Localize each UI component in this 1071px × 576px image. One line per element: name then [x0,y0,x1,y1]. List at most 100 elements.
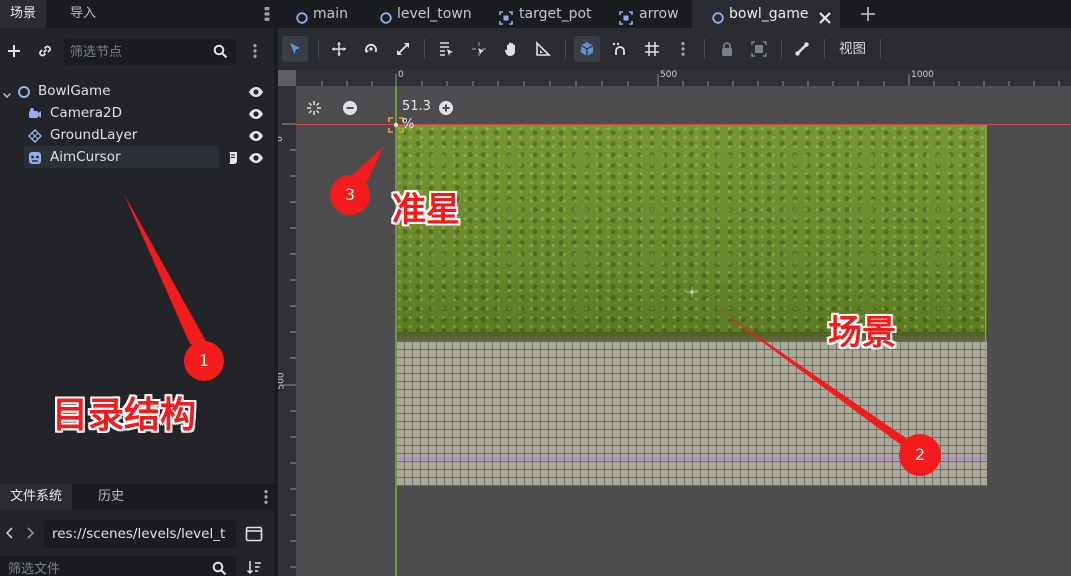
filter-nodes-field[interactable] [64,39,236,65]
tab-label: main [313,6,348,22]
canvas-editor-toolbar: 视图 [278,28,1071,70]
toolbar-separator [565,39,566,59]
tree-item-label: AimCursor [50,149,121,165]
list-select-icon[interactable] [433,36,459,62]
search-icon [213,44,228,63]
scene-tree-menu-icon[interactable] [244,40,266,62]
snap-options-icon[interactable] [606,36,632,62]
ruler-ticks [282,123,296,568]
tab-label: arrow [639,6,679,22]
add-tab-icon[interactable] [860,6,876,26]
visibility-eye-icon[interactable] [248,128,264,142]
tree-item-camera2d[interactable]: Camera2D [0,102,274,124]
tree-item-aimcursor[interactable]: AimCursor [0,146,274,168]
scene-node-icon [711,7,725,24]
ruler-label: 500 [278,372,287,390]
annotation-number-3: 3 [344,185,356,204]
zoom-level-label[interactable]: 51.3 % [402,98,431,134]
tab-level-town[interactable]: level_town [358,0,480,28]
horizontal-ruler: 0 500 1000 [296,70,1071,86]
smart-snap-icon[interactable] [574,36,600,62]
pan-mode-icon[interactable] [498,36,524,62]
tab-label: bowl_game [729,6,809,22]
back-arrow-icon[interactable] [5,526,15,544]
split-view-icon[interactable] [245,525,263,547]
tab-label: level_town [397,6,472,22]
toolbar-separator [781,39,782,59]
toolbar-separator [318,39,319,59]
tab-label: target_pot [519,6,592,22]
scene-tree-toolbar [0,36,274,68]
tree-item-label: BowlGame [38,83,111,99]
snap-menu-icon[interactable] [670,36,696,62]
zoom-in-icon[interactable] [438,100,454,120]
center-view-icon[interactable] [306,100,322,120]
tree-item-bowlgame[interactable]: BowlGame [0,80,274,102]
instance-scene-link-icon[interactable] [34,40,56,62]
annotation-number-2: 2 [914,445,926,464]
toolbar-separator [880,39,881,59]
toolbar-separator [824,39,825,59]
tree-item-label: Camera2D [50,105,122,121]
add-node-icon[interactable] [3,40,25,62]
annotation-number-1: 1 [198,351,210,370]
scene-node-icon [295,7,309,24]
tree-item-label: GroundLayer [50,127,138,143]
filter-nodes-input[interactable] [70,42,206,62]
tab-target-pot[interactable]: target_pot [480,0,600,28]
tab-history[interactable]: 历史 [88,484,134,510]
select-mode-icon[interactable] [282,36,308,62]
rotate-mode-icon[interactable] [358,36,384,62]
ruler-label: 500 [660,70,678,80]
move-mode-icon[interactable] [326,36,352,62]
sprite-icon [28,150,42,172]
view-menu-button[interactable]: 视图 [839,36,866,62]
group-icon[interactable] [746,36,772,62]
camera-center-icon [686,286,698,298]
tab-scene[interactable]: 场景 [0,0,47,28]
grid-snap-icon[interactable] [639,36,665,62]
scene-dock-tabs: 场景 导入 [0,0,274,28]
toolbar-separator [424,39,425,59]
filesystem-dock: 文件系统 历史 res://scenes/levels/level_t [0,476,274,576]
filter-files-field[interactable] [0,556,236,576]
tab-import[interactable]: 导入 [60,0,106,28]
scale-mode-icon[interactable] [390,36,416,62]
annotation-label-directory: 目录结构 [52,395,197,436]
filesystem-path-field[interactable]: res://scenes/levels/level_t [44,520,236,548]
lock-icon[interactable] [714,36,740,62]
tab-filesystem[interactable]: 文件系统 [0,484,73,510]
ruler-label: 1000 [911,70,934,80]
scene-tree: BowlGame Camera2D GroundLayer AimCursor [0,80,274,168]
script-icon[interactable] [226,150,240,172]
scene-dock: 场景 导入 BowlGame [0,0,274,576]
ruler-ticks [321,74,1060,86]
scene-tabs-menu-icon[interactable] [266,6,270,22]
forward-arrow-icon[interactable] [25,526,35,544]
annotation-label-crosshair: 准星 [392,190,460,230]
filesystem-menu-icon[interactable] [264,489,268,505]
zoom-out-icon[interactable] [342,100,358,120]
filter-files-input[interactable] [8,559,198,576]
ruler-mode-icon[interactable] [530,36,556,62]
canvas-viewport[interactable]: 0 500 1000 0 500 [278,70,1071,576]
scene-frame-icon [499,7,513,25]
tab-main[interactable]: main [278,0,358,28]
visibility-eye-icon[interactable] [248,84,264,98]
visibility-eye-icon[interactable] [248,106,264,120]
tab-bowl-game[interactable]: bowl_game [692,0,840,28]
pivot-mode-icon[interactable] [466,36,492,62]
tree-item-groundlayer[interactable]: GroundLayer [0,124,274,146]
ruler-corner [278,70,296,86]
ruler-label: 0 [398,70,404,80]
filesystem-dock-tabs: 文件系统 历史 [0,484,274,510]
visibility-eye-icon[interactable] [248,150,264,164]
ruler-label: 0 [278,136,285,142]
scene-tabs-bar: main level_town target_pot arrow bowl_ga… [266,0,1071,28]
skeleton-bone-icon[interactable] [789,36,815,62]
annotation-label-scene: 场景 [828,313,896,353]
sort-icon[interactable] [246,559,262,576]
y-axis-line [395,86,397,576]
tab-arrow[interactable]: arrow [600,0,692,28]
vertical-ruler: 0 500 [278,86,296,576]
